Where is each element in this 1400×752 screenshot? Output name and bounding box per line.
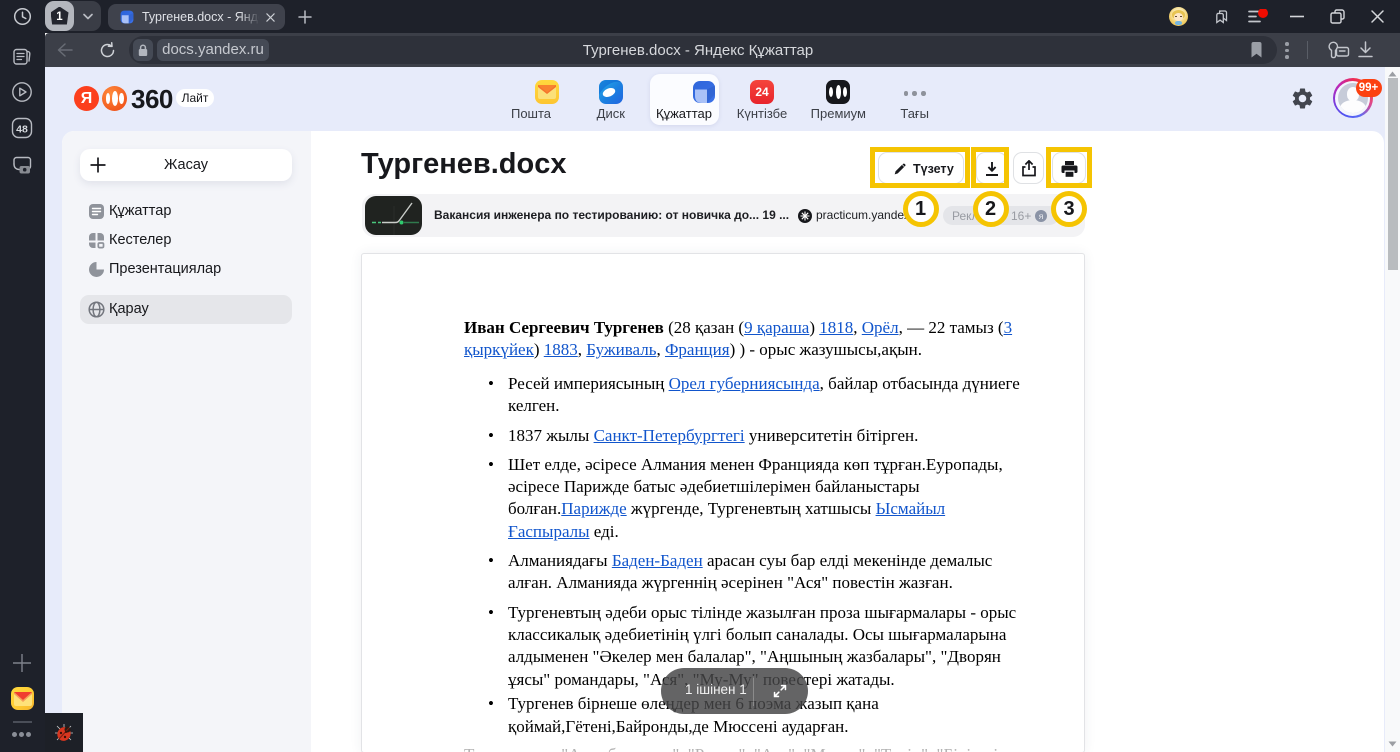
svg-text:48: 48 <box>16 124 28 136</box>
